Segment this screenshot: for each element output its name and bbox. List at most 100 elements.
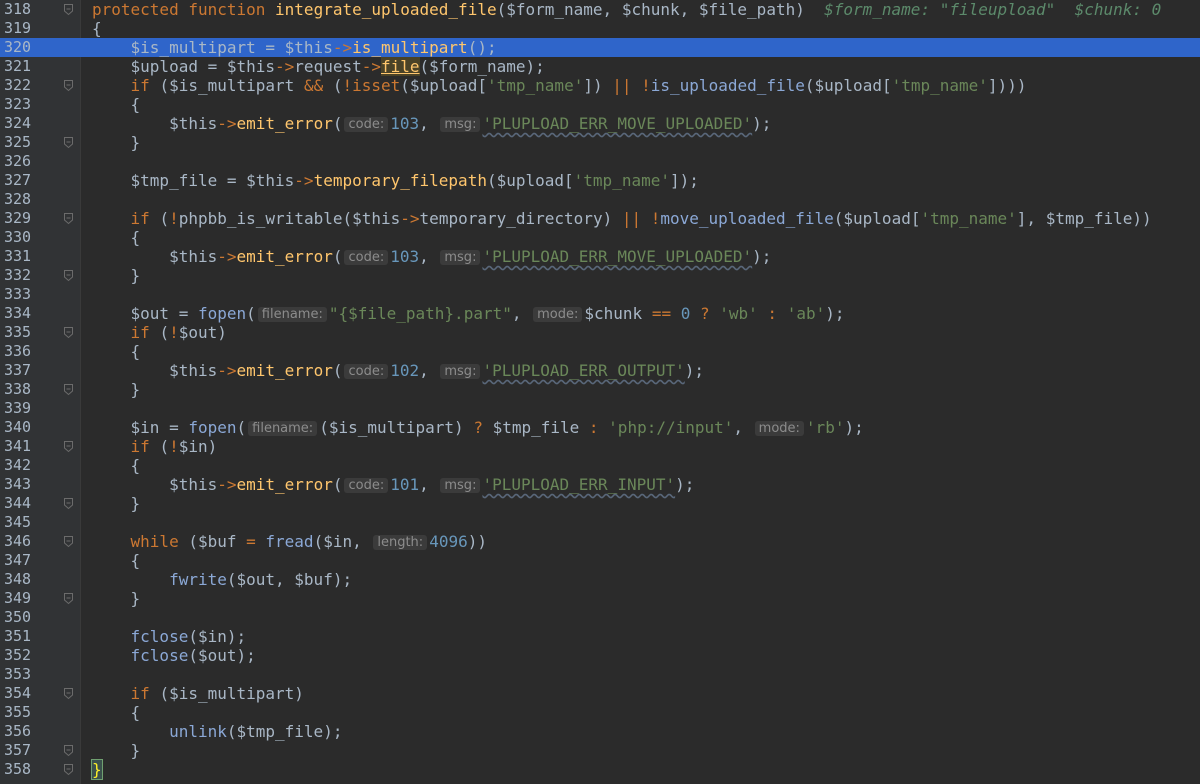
code-line[interactable]: 327 $tmp_file = $this->temporary_filepat… (0, 171, 1200, 190)
code-text: unlink($tmp_file); (92, 722, 342, 741)
code-line[interactable]: 332 } (0, 266, 1200, 285)
code-line[interactable]: 348 fwrite($out, $buf); (0, 570, 1200, 589)
code-token: -> (217, 475, 237, 494)
code-line[interactable]: 334 $out = fopen(filename: "{$file_path}.… (0, 304, 1200, 323)
code-line[interactable]: 337 $this->emit_error(code: 102, msg: 'PLU… (0, 361, 1200, 380)
gutter-cell: 347 (0, 551, 80, 570)
code-token: 'wb' (719, 304, 768, 323)
code-line[interactable]: 333 (0, 285, 1200, 304)
code-line[interactable]: 345 (0, 513, 1200, 532)
code-editor[interactable]: 318 protected function integrate_uploaded… (0, 0, 1200, 784)
gutter-cell: 356 (0, 722, 80, 741)
code-line[interactable]: 328 (0, 190, 1200, 209)
code-line[interactable]: 343 $this->emit_error(code: 101, msg: 'PLU… (0, 475, 1200, 494)
code-token: move_uploaded_file (660, 209, 834, 228)
line-number: 321 (4, 57, 32, 75)
code-token: ( (332, 247, 343, 266)
fold-marker-icon[interactable] (63, 79, 76, 92)
gutter-cell: 324 (0, 114, 80, 133)
code-token: ($upload[ (486, 171, 574, 190)
code-token: ! (169, 323, 179, 342)
fold-marker-icon[interactable] (63, 383, 76, 396)
code-line[interactable]: 350 (0, 608, 1200, 627)
code-token: ( (246, 304, 256, 323)
code-token: emit_error (236, 361, 333, 380)
gutter-cell: 353 (0, 665, 80, 684)
code-token: , (419, 114, 439, 133)
gutter-cell: 325 (0, 133, 80, 152)
code-line[interactable]: 346 while ($buf = fread($in, length: 4096… (0, 532, 1200, 551)
code-token: ? (699, 304, 720, 323)
code-line[interactable]: 355 { (0, 703, 1200, 722)
code-line[interactable]: 349 } (0, 589, 1200, 608)
line-number: 346 (4, 532, 32, 550)
gutter-cell: 329 (0, 209, 80, 228)
code-line[interactable]: 324 $this->emit_error(code: 103, msg: 'PLU… (0, 114, 1200, 133)
code-line[interactable]: 352 fclose($out); (0, 646, 1200, 665)
fold-marker-icon[interactable] (63, 440, 76, 453)
gutter-cell: 352 (0, 646, 80, 665)
code-lines[interactable]: 318 protected function integrate_uploaded… (0, 0, 1200, 780)
code-token: "{$file_path}.part" (328, 304, 512, 323)
fold-marker-icon[interactable] (63, 136, 76, 149)
code-token: if (92, 323, 160, 342)
code-line[interactable]: 335 if (!$out) (0, 323, 1200, 342)
fold-marker-icon[interactable] (63, 497, 76, 510)
code-text: if (!$in) (92, 437, 218, 456)
code-line[interactable]: 336 { (0, 342, 1200, 361)
code-line[interactable]: 357 } (0, 741, 1200, 760)
gutter-cell: 337 (0, 361, 80, 380)
code-token: { (92, 228, 141, 247)
code-line[interactable]: 320 $is_multipart = $this->is_multipart(… (0, 38, 1200, 57)
fold-marker-icon[interactable] (63, 687, 76, 700)
code-line[interactable]: 356 unlink($tmp_file); (0, 722, 1200, 741)
fold-marker-icon[interactable] (63, 763, 76, 776)
gutter-cell: 343 (0, 475, 80, 494)
string-literal: 'PLUPLOAD_ERR_INPUT' (482, 475, 676, 494)
code-line[interactable]: 339 (0, 399, 1200, 418)
code-line[interactable]: 326 (0, 152, 1200, 171)
code-line[interactable]: 347 { (0, 551, 1200, 570)
fold-marker-icon[interactable] (63, 212, 76, 225)
code-line[interactable]: 318 protected function integrate_uploaded… (0, 0, 1200, 19)
code-token: ($in); (188, 627, 247, 646)
code-token: 0 (680, 304, 700, 323)
line-number: 343 (4, 475, 32, 493)
fold-marker-icon[interactable] (63, 535, 76, 548)
code-token: ); (844, 418, 864, 437)
code-line[interactable]: 358} (0, 759, 1200, 780)
line-number: 339 (4, 399, 32, 417)
gutter-cell: 322 (0, 76, 80, 95)
fold-marker-icon[interactable] (63, 592, 76, 605)
code-line[interactable]: 319 { (0, 19, 1200, 38)
code-line[interactable]: 322 if ($is_multipart && (!isset($upload… (0, 76, 1200, 95)
gutter-cell: 335 (0, 323, 80, 342)
code-line[interactable]: 351 fclose($in); (0, 627, 1200, 646)
code-line[interactable]: 321 $upload = $this->request->file($form… (0, 57, 1200, 76)
code-text: } (92, 589, 141, 608)
code-line[interactable]: 344 } (0, 494, 1200, 513)
code-token: protected function (92, 0, 276, 19)
code-line[interactable]: 329 if (!phpbb_is_writable($this->tempor… (0, 209, 1200, 228)
code-text: { (92, 228, 141, 247)
code-token: { (92, 456, 141, 475)
code-line[interactable]: 353 (0, 665, 1200, 684)
code-line[interactable]: 340 $in = fopen(filename: ($is_multipart)… (0, 418, 1200, 437)
fold-marker-icon[interactable] (63, 744, 76, 757)
code-token: ? (473, 418, 493, 437)
fold-marker-icon[interactable] (63, 3, 76, 16)
code-line[interactable]: 338 } (0, 380, 1200, 399)
code-line[interactable]: 325 } (0, 133, 1200, 152)
code-token: $tmp_file (492, 418, 589, 437)
code-token: $in = (92, 418, 189, 437)
fold-marker-icon[interactable] (63, 326, 76, 339)
fold-marker-icon[interactable] (63, 269, 76, 282)
code-line[interactable]: 331 $this->emit_error(code: 103, msg: 'PLU… (0, 247, 1200, 266)
code-line[interactable]: 323 { (0, 95, 1200, 114)
code-token: integrate_uploaded_file (275, 0, 497, 19)
code-line[interactable]: 342 { (0, 456, 1200, 475)
code-token: ]); (669, 171, 699, 190)
code-line[interactable]: 354 if ($is_multipart) (0, 684, 1200, 703)
code-line[interactable]: 330 { (0, 228, 1200, 247)
code-line[interactable]: 341 if (!$in) (0, 437, 1200, 456)
